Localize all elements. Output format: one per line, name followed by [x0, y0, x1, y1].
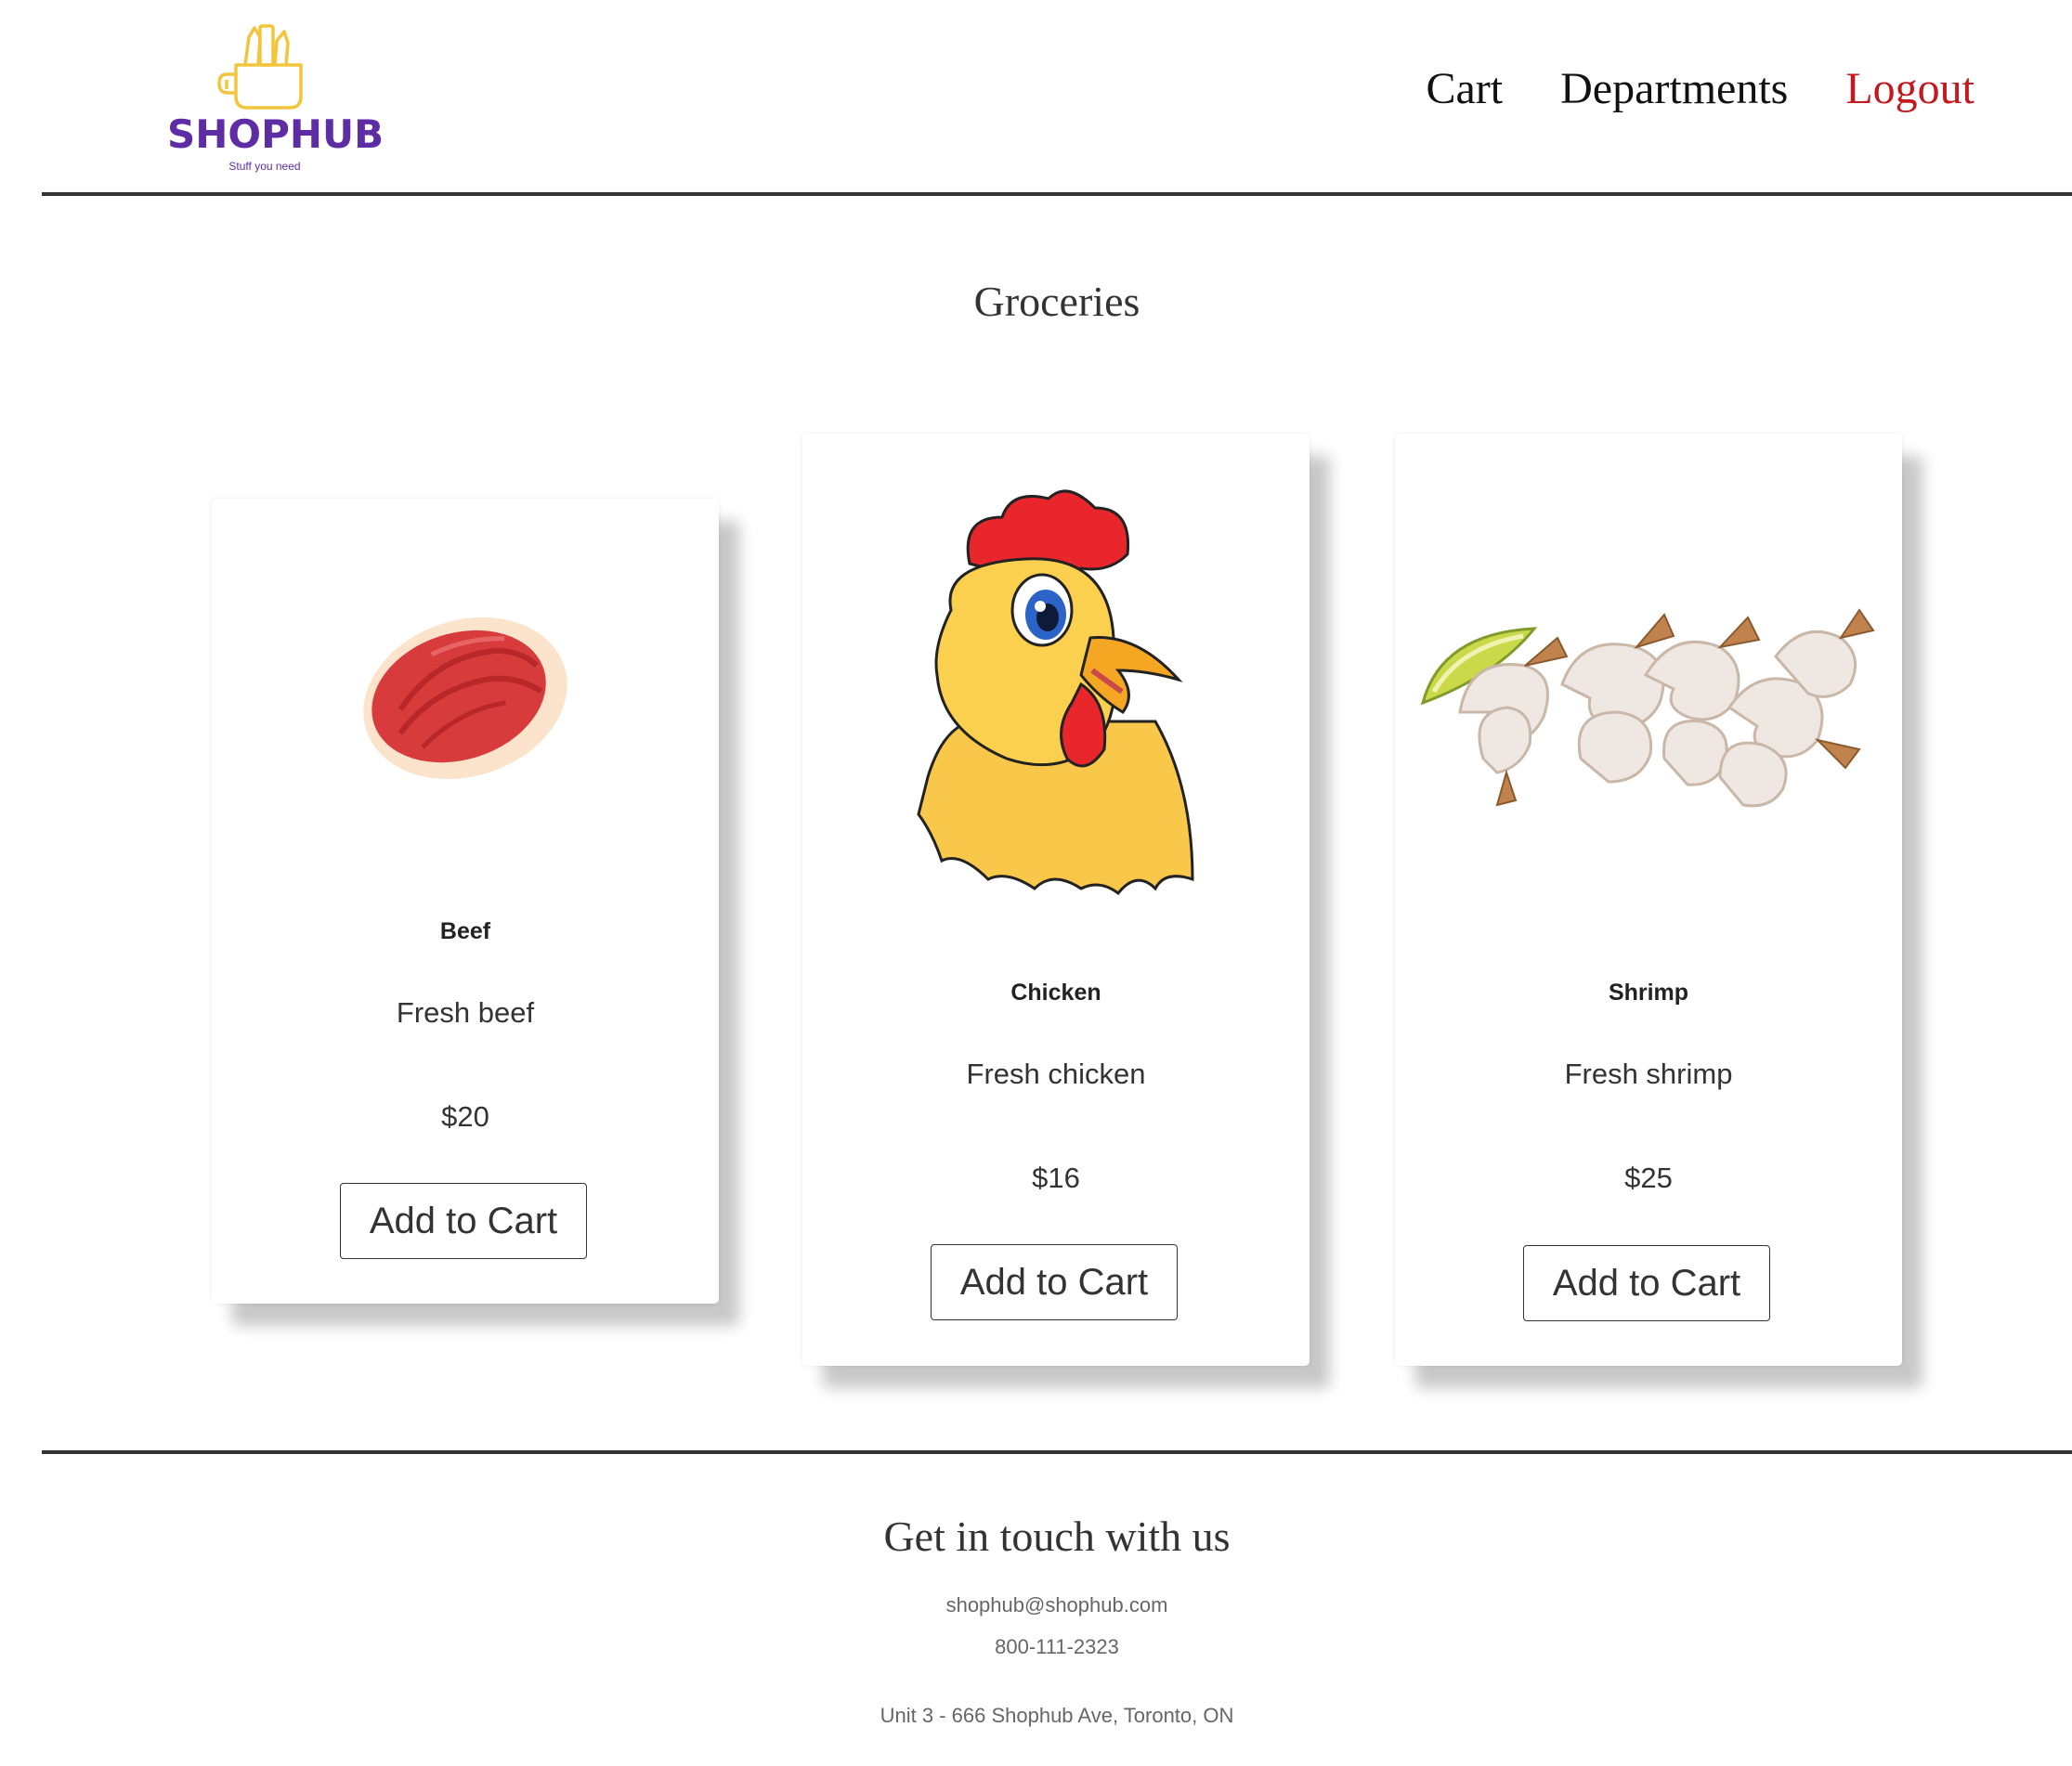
- product-description: Fresh shrimp: [1564, 1058, 1733, 1090]
- product-card-chicken: Chicken Fresh chicken $16 Add to Cart: [802, 434, 1310, 1366]
- product-name: Shrimp: [1608, 980, 1689, 1006]
- chicken-cartoon-icon: [917, 489, 1194, 896]
- footer-email[interactable]: shophub@shophub.com: [0, 1593, 2072, 1617]
- product-image: [1395, 545, 1902, 833]
- page-title: Groceries: [973, 278, 1140, 325]
- logo-tagline: Stuff you need: [228, 160, 301, 173]
- product-name: Chicken: [1010, 980, 1101, 1006]
- product-description: Fresh chicken: [966, 1058, 1146, 1090]
- product-card-shrimp: Shrimp Fresh shrimp $25 Add to Cart: [1395, 434, 1902, 1366]
- shrimp-photo-icon: [1420, 608, 1875, 808]
- shophub-logo[interactable]: SHOPHUB Stuff you need: [167, 20, 384, 173]
- header-divider: [42, 192, 2072, 196]
- main-nav: Cart Departments Logout: [1426, 63, 1974, 114]
- footer-phone: 800-111-2323: [995, 1635, 1119, 1658]
- product-description: Fresh beef: [396, 996, 535, 1029]
- mug-logo-icon: [217, 24, 303, 110]
- product-card-beef: Beef Fresh beef $20 Add to Cart: [212, 499, 719, 1304]
- add-to-cart-button[interactable]: Add to Cart: [340, 1183, 587, 1259]
- product-name: Beef: [439, 918, 491, 944]
- footer-address: Unit 3 - 666 Shophub Ave, Toronto, ON: [880, 1704, 1234, 1727]
- footer-divider: [42, 1450, 2072, 1454]
- nav-cart-link[interactable]: Cart: [1426, 63, 1503, 114]
- logo-wordmark: SHOPHUB: [167, 111, 384, 157]
- nav-logout-link[interactable]: Logout: [1845, 63, 1974, 114]
- product-image: [802, 480, 1310, 916]
- add-to-cart-button[interactable]: Add to Cart: [1523, 1245, 1770, 1321]
- add-to-cart-button[interactable]: Add to Cart: [931, 1244, 1178, 1320]
- product-price: $20: [441, 1100, 489, 1133]
- footer-title: Get in touch with us: [883, 1513, 1231, 1560]
- site-header: SHOPHUB Stuff you need Cart Departments …: [0, 0, 2072, 197]
- nav-departments-link[interactable]: Departments: [1560, 63, 1788, 114]
- product-price: $16: [1032, 1162, 1080, 1194]
- product-image: [212, 591, 719, 898]
- product-price: $25: [1624, 1162, 1673, 1194]
- beef-steak-icon: [363, 617, 567, 780]
